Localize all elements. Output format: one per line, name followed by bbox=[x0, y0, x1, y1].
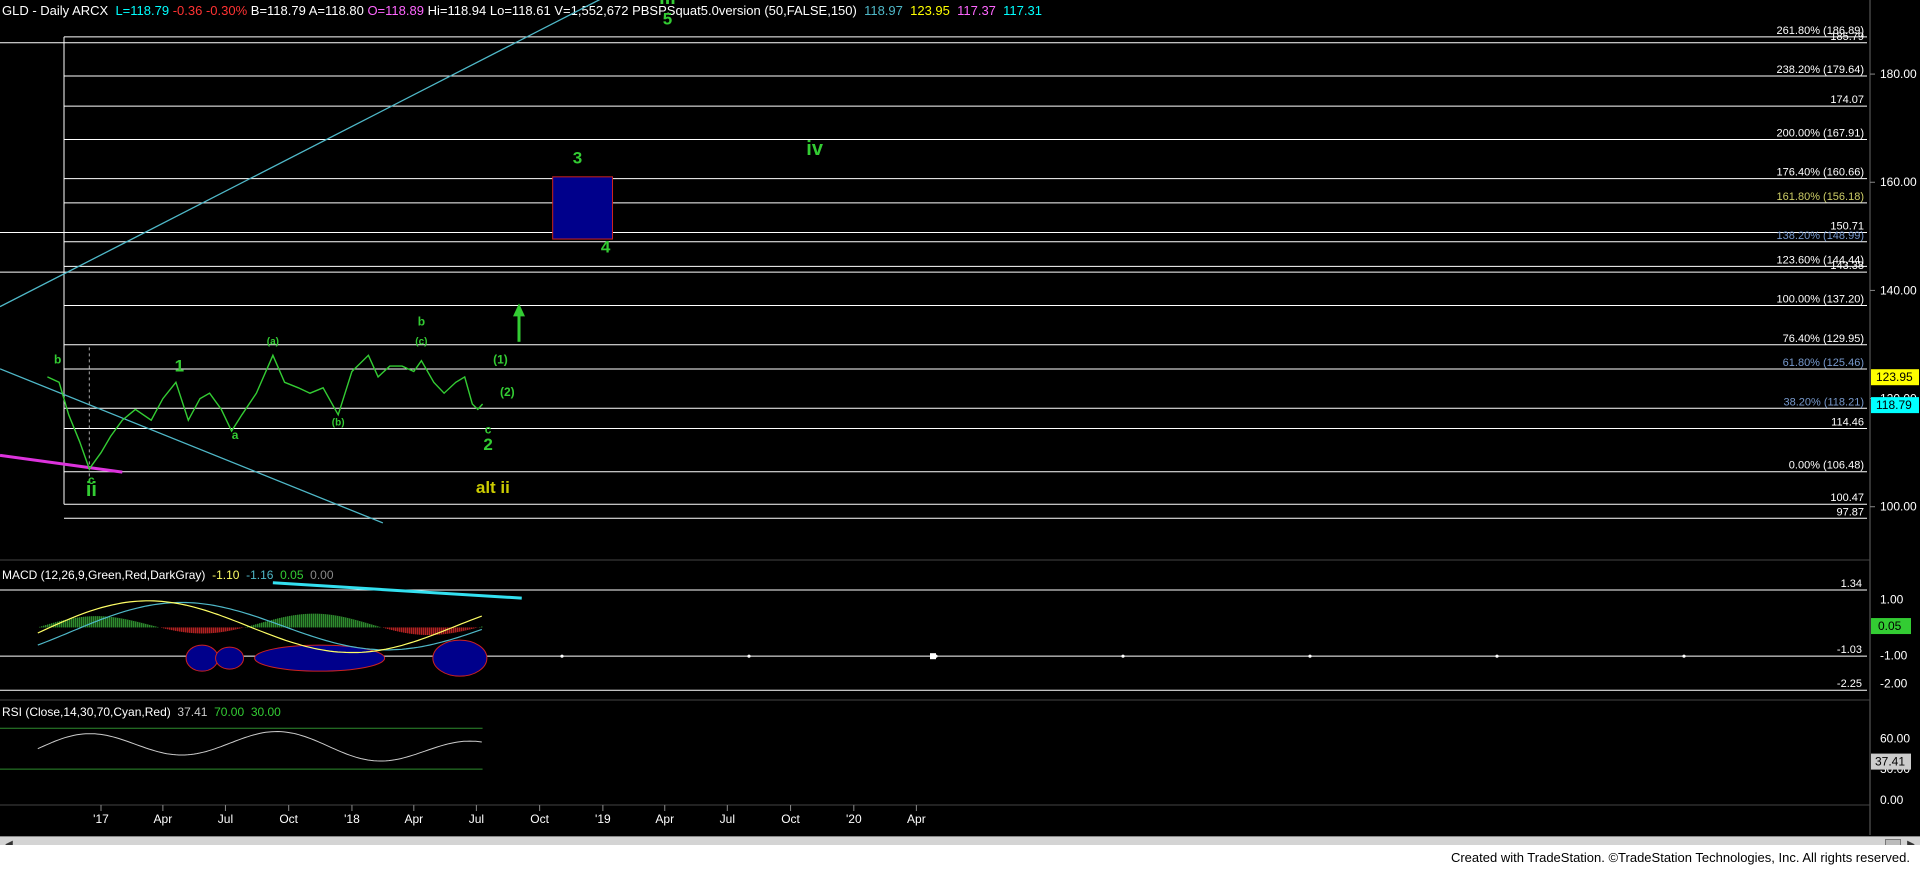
wave-label: 2 bbox=[483, 435, 492, 454]
x-tick-label: '18 bbox=[344, 812, 360, 826]
x-tick-label: Jul bbox=[469, 812, 484, 826]
wave-label: 1 bbox=[175, 357, 184, 376]
level-label: 114.46 bbox=[1831, 417, 1864, 429]
wave-label: (c) bbox=[415, 336, 427, 347]
macd-tag-label: 0.05 bbox=[1878, 619, 1902, 633]
level-label: 100.47 bbox=[1830, 492, 1864, 504]
price-series-line bbox=[47, 353, 484, 471]
rsi-tag-label: 37.41 bbox=[1875, 755, 1905, 769]
level-label: 76.40% (129.95) bbox=[1783, 333, 1864, 345]
macd-tick-label: -1.00 bbox=[1880, 648, 1908, 662]
x-tick-label: Apr bbox=[655, 812, 674, 826]
x-tick-label: '19 bbox=[595, 812, 611, 826]
macd-level-label: -2.25 bbox=[1837, 678, 1862, 690]
macd-level-label: -1.03 bbox=[1837, 644, 1862, 656]
wave-label: ii bbox=[86, 479, 97, 501]
x-tick-label: Jul bbox=[720, 812, 735, 826]
wave-label: 3 bbox=[573, 148, 582, 167]
price-tick-label: 140.00 bbox=[1880, 283, 1917, 297]
wave-label: iv bbox=[806, 138, 824, 160]
macd-square-marker bbox=[930, 653, 936, 660]
level-label: 0.00% (106.48) bbox=[1789, 460, 1864, 472]
macd-dot bbox=[560, 654, 564, 658]
macd-dot bbox=[1682, 654, 1686, 658]
level-label: 38.20% (118.21) bbox=[1783, 396, 1864, 408]
wave-label: a bbox=[232, 428, 239, 442]
rsi-line bbox=[37, 730, 482, 762]
price-tag-label: 118.79 bbox=[1876, 398, 1912, 412]
level-label: 161.80% (156.18) bbox=[1777, 191, 1864, 203]
wave-label: iii bbox=[659, 0, 676, 9]
macd-ellipse bbox=[215, 646, 245, 670]
x-tick-label: Apr bbox=[404, 812, 423, 826]
chart-canvas: 180.00160.00140.00120.00100.00261.80% (1… bbox=[0, 0, 1919, 835]
macd-dot bbox=[1308, 654, 1312, 658]
wave-label: 5 bbox=[663, 9, 672, 28]
level-label: 97.87 bbox=[1836, 506, 1864, 518]
macd-dot bbox=[1495, 654, 1499, 658]
level-label: 138.20% (148.99) bbox=[1777, 230, 1864, 242]
footer-bar: Created with TradeStation. ©TradeStation… bbox=[0, 845, 1920, 870]
x-tick-label: Jul bbox=[218, 812, 233, 826]
wave-label: alt ii bbox=[476, 478, 510, 497]
macd-tick-label: -2.00 bbox=[1880, 676, 1908, 690]
x-tick-label: Oct bbox=[279, 812, 298, 826]
wave-label: b bbox=[54, 352, 61, 366]
price-tick-label: 100.00 bbox=[1880, 500, 1917, 514]
x-tick-label: Oct bbox=[530, 812, 549, 826]
macd-dot bbox=[747, 654, 751, 658]
macd-ellipse bbox=[185, 644, 219, 672]
level-label: 238.20% (179.64) bbox=[1777, 64, 1864, 76]
x-tick-label: Apr bbox=[907, 812, 926, 826]
wave-label: (1) bbox=[493, 352, 508, 366]
rsi-tick-label: 0.00 bbox=[1880, 793, 1904, 807]
wave-label: (b) bbox=[332, 418, 345, 429]
x-tick-label: Oct bbox=[781, 812, 800, 826]
wave-label: 4 bbox=[601, 238, 611, 257]
level-label: 100.00% (137.20) bbox=[1777, 294, 1864, 306]
upper-trendline bbox=[0, 0, 601, 308]
price-tick-label: 160.00 bbox=[1880, 175, 1917, 189]
level-label: 200.00% (167.91) bbox=[1777, 127, 1864, 139]
level-label: 143.38 bbox=[1830, 260, 1864, 272]
level-label: 61.80% (125.46) bbox=[1783, 357, 1864, 369]
level-label: 185.79 bbox=[1830, 31, 1864, 43]
macd-ellipse bbox=[432, 639, 488, 677]
wave-label: (2) bbox=[500, 385, 515, 399]
magenta-line bbox=[0, 453, 123, 474]
footer-text: Created with TradeStation. ©TradeStation… bbox=[1450, 850, 1910, 865]
rsi-tick-label: 60.00 bbox=[1880, 731, 1910, 745]
level-label: 174.07 bbox=[1830, 94, 1864, 106]
level-label: 176.40% (160.66) bbox=[1777, 167, 1864, 179]
wave-label: (a) bbox=[267, 336, 279, 347]
x-tick-label: '17 bbox=[93, 812, 109, 826]
wave-label: b bbox=[418, 315, 425, 329]
macd-level-label: 1.34 bbox=[1841, 578, 1862, 590]
macd-tick-label: 1.00 bbox=[1880, 593, 1904, 607]
target-box bbox=[552, 176, 613, 240]
price-tag-label: 123.95 bbox=[1876, 370, 1913, 384]
x-tick-label: Apr bbox=[154, 812, 173, 826]
price-tick-label: 180.00 bbox=[1880, 67, 1917, 81]
x-tick-label: '20 bbox=[846, 812, 862, 826]
macd-dot bbox=[1121, 654, 1125, 658]
